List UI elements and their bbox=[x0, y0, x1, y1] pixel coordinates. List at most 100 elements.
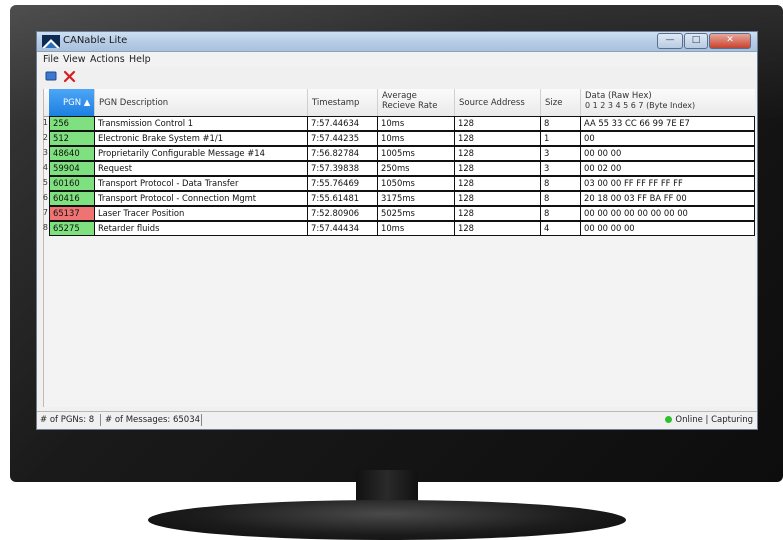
timestamp-cell: 7:57.44434 bbox=[308, 221, 378, 236]
connection-status: Online | Capturing bbox=[675, 415, 753, 425]
rate-cell: 10ms bbox=[378, 116, 455, 131]
source-cell: 128 bbox=[455, 146, 541, 161]
table-row[interactable]: 2 512 Electronic Brake System #1/1 7:57.442… bbox=[43, 131, 755, 146]
pgn-cell: 65137 bbox=[49, 206, 95, 221]
source-cell: 128 bbox=[455, 116, 541, 131]
title-bar: CANable Lite — □ ✕ bbox=[37, 32, 757, 52]
menu-bar: File View Actions Help bbox=[37, 52, 757, 67]
rate-cell: 3175ms bbox=[378, 191, 455, 206]
timestamp-cell: 7:55.61481 bbox=[308, 191, 378, 206]
size-cell: 3 bbox=[541, 161, 581, 176]
data-cell: 00 00 00 00 00 00 00 00 bbox=[581, 206, 755, 221]
pgn-count: # of PGNs: 8 bbox=[40, 415, 95, 425]
message-count: # of Messages: 65034 bbox=[105, 415, 201, 425]
table-row[interactable]: 6 60416 Transport Protocol - Connection Mg… bbox=[43, 191, 755, 206]
description-cell: Electronic Brake System #1/1 bbox=[95, 131, 308, 146]
pgn-cell: 512 bbox=[49, 131, 95, 146]
data-cell: 00 00 00 00 bbox=[581, 221, 755, 236]
column-header-size[interactable]: Size bbox=[541, 89, 581, 116]
row-number: 5 bbox=[42, 178, 48, 187]
source-cell: 128 bbox=[455, 191, 541, 206]
timestamp-cell: 7:52.80906 bbox=[308, 206, 378, 221]
monitor-stand-base bbox=[148, 500, 626, 540]
row-number: 4 bbox=[42, 163, 48, 172]
app-window: CANable Lite — □ ✕ File View Actions Hel… bbox=[36, 31, 758, 430]
size-cell: 3 bbox=[541, 146, 581, 161]
timestamp-cell: 7:56.82784 bbox=[308, 146, 378, 161]
timestamp-cell: 7:57.44634 bbox=[308, 116, 378, 131]
pgn-table: PGN ▲ PGN Description Timestamp Average R… bbox=[43, 89, 755, 407]
menu-view[interactable]: View bbox=[63, 54, 86, 65]
clear-icon[interactable] bbox=[63, 70, 76, 83]
size-cell: 8 bbox=[541, 191, 581, 206]
window-title: CANable Lite bbox=[63, 35, 128, 46]
data-cell: 00 02 00 bbox=[581, 161, 755, 176]
status-bar: # of PGNs: 8 # of Messages: 65034 Online… bbox=[37, 411, 757, 429]
close-icon[interactable]: ✕ bbox=[709, 33, 751, 49]
description-cell: Proprietarily Configurable Message #14 bbox=[95, 146, 308, 161]
column-header-timestamp[interactable]: Timestamp bbox=[308, 89, 378, 116]
pgn-cell: 59904 bbox=[49, 161, 95, 176]
column-header-source[interactable]: Source Address bbox=[455, 89, 541, 116]
menu-actions[interactable]: Actions bbox=[90, 54, 125, 65]
table-row[interactable]: 5 60160 Transport Protocol - Data Transfer… bbox=[43, 176, 755, 191]
table-header: PGN ▲ PGN Description Timestamp Average R… bbox=[44, 89, 755, 117]
rate-cell: 5025ms bbox=[378, 206, 455, 221]
timestamp-cell: 7:57.44235 bbox=[308, 131, 378, 146]
table-row[interactable]: 7 65137 Laser Tracer Position 7:52.80906 502… bbox=[43, 206, 755, 221]
timestamp-cell: 7:57.39838 bbox=[308, 161, 378, 176]
rate-cell: 1050ms bbox=[378, 176, 455, 191]
menu-file[interactable]: File bbox=[43, 54, 59, 65]
row-number: 6 bbox=[42, 193, 48, 202]
data-cell: 03 00 00 FF FF FF FF FF bbox=[581, 176, 755, 191]
column-header-pgn[interactable]: PGN ▲ bbox=[49, 89, 95, 116]
app-icon bbox=[42, 35, 60, 48]
size-cell: 8 bbox=[541, 206, 581, 221]
data-cell: 20 18 00 03 FF BA FF 00 bbox=[581, 191, 755, 206]
source-cell: 128 bbox=[455, 206, 541, 221]
online-status-icon bbox=[665, 416, 673, 423]
pgn-cell: 256 bbox=[49, 116, 95, 131]
pgn-cell: 48640 bbox=[49, 146, 95, 161]
source-cell: 128 bbox=[455, 161, 541, 176]
rate-cell: 1005ms bbox=[378, 146, 455, 161]
toolbar bbox=[37, 67, 757, 86]
pgn-cell: 60160 bbox=[49, 176, 95, 191]
description-cell: Transport Protocol - Connection Mgmt bbox=[95, 191, 308, 206]
column-header-data[interactable]: Data (Raw Hex) 0 1 2 3 4 5 6 7 (Byte Inde… bbox=[581, 89, 755, 116]
size-cell: 8 bbox=[541, 176, 581, 191]
column-header-rate[interactable]: Average Recieve Rate bbox=[378, 89, 455, 116]
table-row[interactable]: 3 48640 Proprietarily Configurable Message… bbox=[43, 146, 755, 161]
size-cell: 8 bbox=[541, 116, 581, 131]
description-cell: Request bbox=[95, 161, 308, 176]
size-cell: 1 bbox=[541, 131, 581, 146]
column-header-description[interactable]: PGN Description bbox=[95, 89, 308, 116]
row-number: 3 bbox=[42, 148, 48, 157]
source-cell: 128 bbox=[455, 131, 541, 146]
description-cell: Laser Tracer Position bbox=[95, 206, 308, 221]
row-number: 7 bbox=[42, 208, 48, 217]
description-cell: Retarder fluids bbox=[95, 221, 308, 236]
row-number: 2 bbox=[42, 133, 48, 142]
data-cell: 00 00 00 bbox=[581, 146, 755, 161]
source-cell: 128 bbox=[455, 176, 541, 191]
source-cell: 128 bbox=[455, 221, 541, 236]
data-cell: AA 55 33 CC 66 99 7E E7 bbox=[581, 116, 755, 131]
pgn-cell: 65275 bbox=[49, 221, 95, 236]
connect-icon[interactable] bbox=[45, 70, 57, 82]
row-number: 8 bbox=[42, 223, 48, 232]
row-number: 1 bbox=[42, 118, 48, 127]
table-row[interactable]: 8 65275 Retarder fluids 7:57.44434 10ms 128 4 0… bbox=[43, 221, 755, 236]
rate-cell: 250ms bbox=[378, 161, 455, 176]
minimize-icon[interactable]: — bbox=[657, 33, 683, 49]
timestamp-cell: 7:55.76469 bbox=[308, 176, 378, 191]
maximize-icon[interactable]: □ bbox=[684, 33, 708, 49]
rate-cell: 10ms bbox=[378, 131, 455, 146]
menu-help[interactable]: Help bbox=[129, 54, 151, 65]
table-row[interactable]: 1 256 Transmission Control 1 7:57.44634 10ms… bbox=[43, 116, 755, 131]
table-row[interactable]: 4 59904 Request 7:57.39838 250ms 128 3 00 02 00 bbox=[43, 161, 755, 176]
description-cell: Transport Protocol - Data Transfer bbox=[95, 176, 308, 191]
data-cell: 00 bbox=[581, 131, 755, 146]
description-cell: Transmission Control 1 bbox=[95, 116, 308, 131]
size-cell: 4 bbox=[541, 221, 581, 236]
